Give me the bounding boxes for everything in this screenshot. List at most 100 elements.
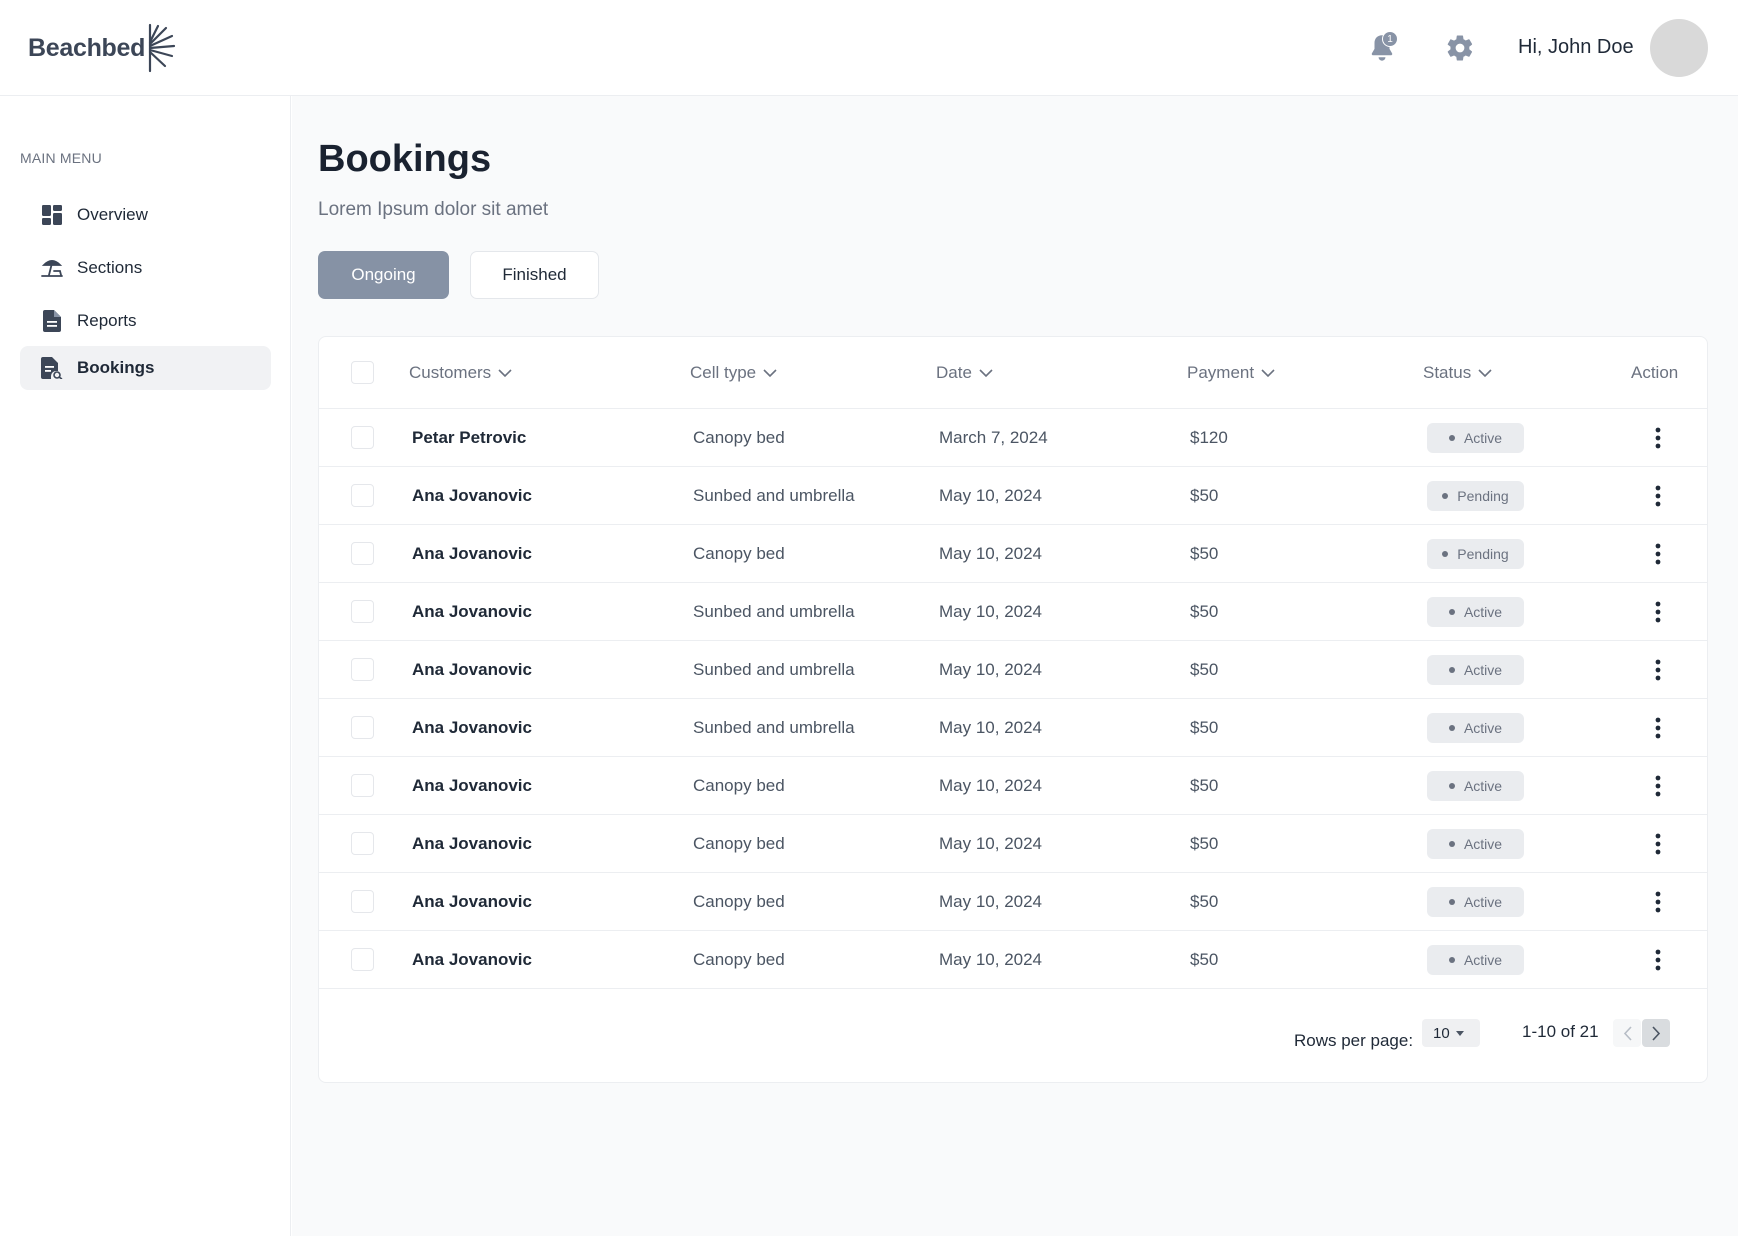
- status-dot-icon: [1448, 783, 1455, 789]
- caret-down-icon: [1455, 1030, 1464, 1036]
- table-row[interactable]: Ana Jovanovic Canopy bed May 10, 2024 $50 Pe…: [319, 525, 1707, 583]
- row-checkbox[interactable]: [351, 426, 374, 449]
- table-row[interactable]: Ana Jovanovic Sunbed and umbrella May 10, …: [319, 583, 1707, 641]
- cell-type: Canopy bed: [693, 428, 785, 447]
- table-row[interactable]: Petar Petrovic Canopy bed March 7, 2024 $12…: [319, 409, 1707, 467]
- row-checkbox[interactable]: [351, 716, 374, 739]
- table-row[interactable]: Ana Jovanovic Sunbed and umbrella May 10, …: [319, 467, 1707, 525]
- row-checkbox[interactable]: [351, 484, 374, 507]
- settings-button[interactable]: [1442, 30, 1478, 66]
- user-avatar[interactable]: [1650, 19, 1708, 77]
- status-label: Pending: [1457, 546, 1509, 562]
- beach-umbrella-icon: [41, 257, 63, 279]
- bookings-icon: [41, 357, 63, 379]
- chevron-right-icon: [1651, 1025, 1660, 1041]
- column-header-label: Action: [1631, 363, 1679, 382]
- more-vertical-icon: [1655, 427, 1661, 449]
- sidebar-item-overview[interactable]: Overview: [20, 193, 271, 237]
- sidebar-item-bookings[interactable]: Bookings: [20, 346, 271, 390]
- customer-name: Ana Jovanovic: [412, 892, 532, 911]
- previous-page-button[interactable]: [1613, 1019, 1641, 1047]
- row-checkbox[interactable]: [351, 600, 374, 623]
- more-vertical-icon: [1655, 601, 1661, 623]
- more-vertical-icon: [1655, 717, 1661, 739]
- chevron-down-icon: [763, 368, 777, 377]
- row-actions-button[interactable]: [1643, 539, 1673, 569]
- status-badge: Active: [1427, 887, 1524, 917]
- cell-type: Sunbed and umbrella: [693, 718, 855, 737]
- row-actions-button[interactable]: [1643, 481, 1673, 511]
- status-dot-icon: [1442, 551, 1449, 557]
- row-actions-button[interactable]: [1643, 771, 1673, 801]
- column-header-payment[interactable]: Payment: [1187, 363, 1275, 383]
- row-checkbox[interactable]: [351, 832, 374, 855]
- status-badge: Active: [1427, 829, 1524, 859]
- table-row[interactable]: Ana Jovanovic Canopy bed May 10, 2024 $50 Ac…: [319, 757, 1707, 815]
- payment-amount: $50: [1190, 660, 1219, 679]
- table-row[interactable]: Ana Jovanovic Sunbed and umbrella May 10, …: [319, 699, 1707, 757]
- row-actions-button[interactable]: [1643, 655, 1673, 685]
- column-header-status[interactable]: Status: [1423, 363, 1492, 383]
- status-badge: Active: [1427, 655, 1524, 685]
- sidebar-item-reports[interactable]: Reports: [20, 299, 271, 343]
- row-checkbox[interactable]: [351, 948, 374, 971]
- status-badge: Active: [1427, 771, 1524, 801]
- cell-type: Canopy bed: [693, 776, 785, 795]
- row-checkbox[interactable]: [351, 890, 374, 913]
- tab-finished[interactable]: Finished: [470, 251, 599, 299]
- column-header-cell-type[interactable]: Cell type: [690, 363, 777, 383]
- row-actions-button[interactable]: [1643, 945, 1673, 975]
- customer-name: Ana Jovanovic: [412, 950, 532, 969]
- sidebar-item-sections[interactable]: Sections: [20, 246, 271, 290]
- sidebar-item-label: Sections: [77, 258, 143, 277]
- customer-name: Ana Jovanovic: [412, 660, 532, 679]
- column-header-date[interactable]: Date: [936, 363, 993, 383]
- booking-date: March 7, 2024: [939, 428, 1048, 447]
- table-row[interactable]: Ana Jovanovic Canopy bed May 10, 2024 $50 Ac…: [319, 815, 1707, 873]
- row-actions-button[interactable]: [1643, 887, 1673, 917]
- rows-per-page-value: 10: [1433, 1024, 1450, 1042]
- more-vertical-icon: [1655, 775, 1661, 797]
- cell-type: Sunbed and umbrella: [693, 602, 855, 621]
- row-actions-button[interactable]: [1643, 829, 1673, 859]
- palm-logo-icon: [148, 23, 176, 73]
- status-dot-icon: [1448, 899, 1455, 905]
- status-badge: Active: [1427, 597, 1524, 627]
- tab-ongoing[interactable]: Ongoing: [318, 251, 449, 299]
- booking-date: May 10, 2024: [939, 544, 1043, 563]
- column-header-action: Action: [1631, 363, 1678, 383]
- status-label: Active: [1463, 662, 1503, 678]
- select-all-checkbox[interactable]: [351, 361, 374, 384]
- document-icon: [41, 310, 63, 332]
- status-label: Active: [1463, 720, 1503, 736]
- status-badge: Active: [1427, 713, 1524, 743]
- next-page-button[interactable]: [1642, 1019, 1670, 1047]
- row-actions-button[interactable]: [1643, 423, 1673, 453]
- table-row[interactable]: Ana Jovanovic Sunbed and umbrella May 10, …: [319, 641, 1707, 699]
- status-label: Pending: [1457, 488, 1509, 504]
- status-badge: Active: [1427, 423, 1524, 453]
- column-header-customers[interactable]: Customers: [409, 363, 512, 383]
- chevron-down-icon: [498, 368, 512, 377]
- column-header-label: Status: [1423, 363, 1472, 382]
- row-checkbox[interactable]: [351, 542, 374, 565]
- status-dot-icon: [1448, 725, 1455, 731]
- row-checkbox[interactable]: [351, 774, 374, 797]
- status-badge: Pending: [1427, 539, 1524, 569]
- payment-amount: $50: [1190, 776, 1219, 795]
- row-actions-button[interactable]: [1643, 713, 1673, 743]
- row-actions-button[interactable]: [1643, 597, 1673, 627]
- booking-date: May 10, 2024: [939, 718, 1043, 737]
- row-checkbox[interactable]: [351, 658, 374, 681]
- table-row[interactable]: Ana Jovanovic Canopy bed May 10, 2024 $50 Ac…: [319, 931, 1707, 989]
- rows-per-page-select[interactable]: 10: [1422, 1019, 1480, 1047]
- chevron-left-icon: [1623, 1025, 1632, 1041]
- status-badge: Pending: [1427, 481, 1524, 511]
- notifications-button[interactable]: 1: [1364, 30, 1400, 66]
- status-dot-icon: [1448, 667, 1455, 673]
- booking-date: May 10, 2024: [939, 486, 1043, 505]
- payment-amount: $50: [1190, 950, 1219, 969]
- brand-logo[interactable]: Beachbed: [28, 22, 176, 74]
- table-row[interactable]: Ana Jovanovic Canopy bed May 10, 2024 $50 Ac…: [319, 873, 1707, 931]
- gear-icon: [1447, 35, 1473, 61]
